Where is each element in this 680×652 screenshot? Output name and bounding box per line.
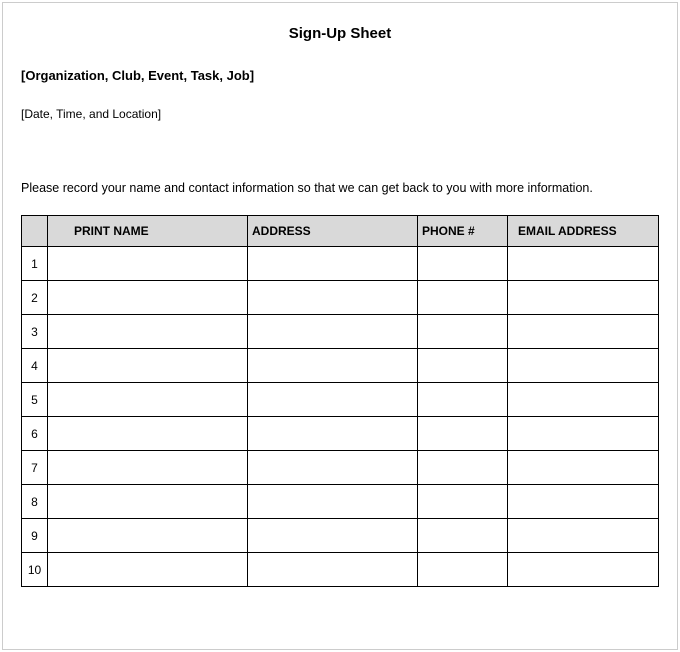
cell-email[interactable]: [508, 383, 659, 417]
cell-email[interactable]: [508, 281, 659, 315]
organization-placeholder: [Organization, Club, Event, Task, Job]: [21, 68, 659, 83]
cell-phone[interactable]: [418, 553, 508, 587]
row-number: 2: [22, 281, 48, 315]
cell-email[interactable]: [508, 451, 659, 485]
cell-email[interactable]: [508, 417, 659, 451]
cell-email[interactable]: [508, 485, 659, 519]
cell-phone[interactable]: [418, 451, 508, 485]
row-number: 9: [22, 519, 48, 553]
table-row: 10: [22, 553, 659, 587]
cell-phone[interactable]: [418, 485, 508, 519]
cell-address[interactable]: [248, 451, 418, 485]
header-phone: PHONE #: [418, 216, 508, 247]
table-header-row: PRINT NAME ADDRESS PHONE # EMAIL ADDRESS: [22, 216, 659, 247]
cell-name[interactable]: [48, 281, 248, 315]
cell-address[interactable]: [248, 417, 418, 451]
cell-name[interactable]: [48, 451, 248, 485]
table-row: 3: [22, 315, 659, 349]
datetime-placeholder: [Date, Time, and Location]: [21, 107, 659, 121]
header-name: PRINT NAME: [48, 216, 248, 247]
row-number: 10: [22, 553, 48, 587]
cell-email[interactable]: [508, 553, 659, 587]
instruction-text: Please record your name and contact info…: [21, 181, 659, 195]
cell-name[interactable]: [48, 383, 248, 417]
cell-address[interactable]: [248, 383, 418, 417]
cell-address[interactable]: [248, 315, 418, 349]
cell-name[interactable]: [48, 247, 248, 281]
table-row: 9: [22, 519, 659, 553]
cell-phone[interactable]: [418, 417, 508, 451]
document-page: Sign-Up Sheet [Organization, Club, Event…: [2, 2, 678, 650]
row-number: 1: [22, 247, 48, 281]
cell-address[interactable]: [248, 281, 418, 315]
cell-email[interactable]: [508, 519, 659, 553]
cell-address[interactable]: [248, 349, 418, 383]
row-number: 4: [22, 349, 48, 383]
table-row: 8: [22, 485, 659, 519]
cell-name[interactable]: [48, 417, 248, 451]
header-email: EMAIL ADDRESS: [508, 216, 659, 247]
cell-email[interactable]: [508, 315, 659, 349]
table-row: 4: [22, 349, 659, 383]
header-address: ADDRESS: [248, 216, 418, 247]
cell-address[interactable]: [248, 519, 418, 553]
cell-email[interactable]: [508, 247, 659, 281]
table-body: 12345678910: [22, 247, 659, 587]
cell-email[interactable]: [508, 349, 659, 383]
cell-phone[interactable]: [418, 315, 508, 349]
row-number: 3: [22, 315, 48, 349]
row-number: 8: [22, 485, 48, 519]
cell-name[interactable]: [48, 519, 248, 553]
cell-phone[interactable]: [418, 519, 508, 553]
row-number: 7: [22, 451, 48, 485]
cell-address[interactable]: [248, 553, 418, 587]
row-number: 6: [22, 417, 48, 451]
cell-name[interactable]: [48, 485, 248, 519]
cell-name[interactable]: [48, 315, 248, 349]
cell-phone[interactable]: [418, 383, 508, 417]
cell-phone[interactable]: [418, 247, 508, 281]
cell-address[interactable]: [248, 485, 418, 519]
page-title: Sign-Up Sheet: [21, 25, 659, 42]
signup-table: PRINT NAME ADDRESS PHONE # EMAIL ADDRESS…: [21, 215, 659, 587]
table-row: 2: [22, 281, 659, 315]
table-row: 6: [22, 417, 659, 451]
table-row: 5: [22, 383, 659, 417]
table-row: 7: [22, 451, 659, 485]
table-row: 1: [22, 247, 659, 281]
row-number: 5: [22, 383, 48, 417]
cell-name[interactable]: [48, 349, 248, 383]
cell-phone[interactable]: [418, 349, 508, 383]
cell-phone[interactable]: [418, 281, 508, 315]
header-num: [22, 216, 48, 247]
cell-name[interactable]: [48, 553, 248, 587]
cell-address[interactable]: [248, 247, 418, 281]
